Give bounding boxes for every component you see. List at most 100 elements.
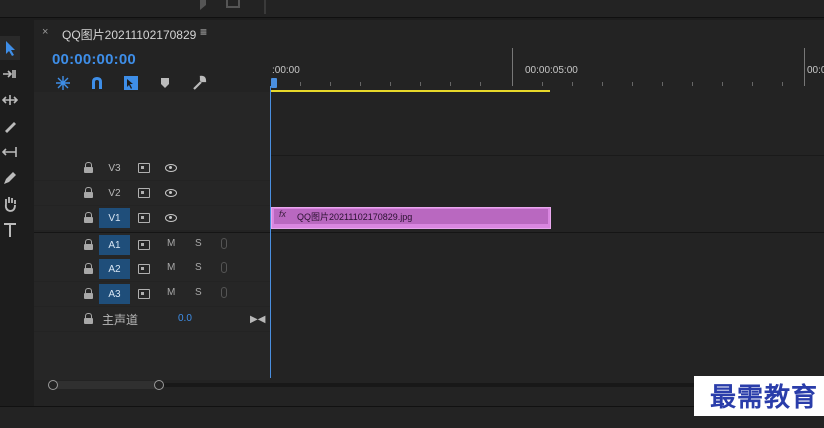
ripple-edit-icon bbox=[2, 95, 18, 105]
pen-tool[interactable] bbox=[0, 166, 20, 190]
eye-icon[interactable] bbox=[165, 214, 177, 222]
track-content[interactable] bbox=[270, 156, 824, 180]
playhead-timecode[interactable]: 00:00:00:00 bbox=[52, 51, 136, 68]
playhead-handle[interactable] bbox=[271, 78, 277, 88]
ruler-tick bbox=[480, 82, 481, 86]
play-icon[interactable] bbox=[200, 0, 214, 10]
scrollbar-left-handle[interactable] bbox=[48, 380, 58, 390]
scrollbar-right-handle[interactable] bbox=[154, 380, 164, 390]
export-icon[interactable] bbox=[226, 0, 240, 8]
microphone-icon[interactable] bbox=[221, 287, 227, 298]
selection-arrow-icon bbox=[6, 41, 15, 56]
mute-button[interactable]: M bbox=[167, 238, 175, 249]
selection-tool[interactable] bbox=[0, 36, 20, 60]
playhead-line[interactable] bbox=[270, 86, 271, 378]
track-header: V3 bbox=[34, 156, 270, 180]
sequence-title[interactable]: QQ图片20211102170829 bbox=[62, 26, 196, 43]
sync-lock-icon[interactable] bbox=[138, 264, 150, 274]
timeline-panel: × QQ图片20211102170829 ≡ 00:00:00:00 :00:0… bbox=[34, 20, 824, 406]
microphone-icon[interactable] bbox=[221, 238, 227, 249]
track-name[interactable]: A1 bbox=[99, 235, 130, 255]
sync-lock-icon[interactable] bbox=[138, 240, 150, 250]
ruler-major-tick bbox=[512, 48, 513, 86]
lock-icon[interactable] bbox=[84, 313, 93, 324]
track-header: 主声道 0.0 ▶◀ bbox=[34, 307, 270, 331]
ruler-tick bbox=[602, 82, 603, 86]
ruler-tick bbox=[782, 82, 783, 86]
lock-icon[interactable] bbox=[84, 288, 93, 299]
ruler-tick bbox=[722, 82, 723, 86]
ruler-tick bbox=[572, 82, 573, 86]
top-panel-strip bbox=[0, 0, 824, 18]
ripple-edit-tool[interactable] bbox=[0, 88, 20, 112]
add-marker-button[interactable] bbox=[156, 74, 174, 92]
scrollbar-thumb[interactable] bbox=[48, 381, 160, 389]
track-a1: A1 M S bbox=[34, 232, 824, 257]
type-tool[interactable] bbox=[0, 218, 20, 242]
track-name[interactable]: V1 bbox=[99, 208, 130, 228]
track-content[interactable] bbox=[270, 233, 824, 257]
snap-button[interactable] bbox=[88, 74, 106, 92]
linked-selection-button[interactable] bbox=[122, 74, 140, 92]
nest-toggle-button[interactable] bbox=[54, 74, 72, 92]
ruler-tick bbox=[300, 82, 301, 86]
track-content[interactable] bbox=[270, 307, 824, 331]
clip-name: QQ图片20211102170829.jpg bbox=[297, 212, 413, 222]
slip-tool[interactable] bbox=[0, 140, 20, 164]
sync-lock-icon[interactable] bbox=[138, 213, 150, 223]
sync-lock-icon[interactable] bbox=[138, 188, 150, 198]
eye-icon[interactable] bbox=[165, 189, 177, 197]
go-to-end-icon[interactable]: ▶◀ bbox=[250, 314, 265, 325]
timeline-settings-button[interactable] bbox=[190, 74, 208, 92]
master-volume-value[interactable]: 0.0 bbox=[178, 313, 192, 324]
mute-button[interactable]: M bbox=[167, 287, 175, 298]
lock-icon[interactable] bbox=[84, 239, 93, 250]
fx-badge: fx bbox=[279, 209, 287, 219]
track-select-tool[interactable] bbox=[0, 62, 20, 86]
solo-button[interactable]: S bbox=[195, 262, 202, 273]
lock-icon[interactable] bbox=[84, 212, 93, 223]
lock-icon[interactable] bbox=[84, 162, 93, 173]
track-content[interactable] bbox=[270, 181, 824, 205]
timeline-tab[interactable]: × QQ图片20211102170829 ≡ bbox=[34, 20, 824, 46]
track-header: V1 bbox=[34, 206, 270, 230]
tab-close-button[interactable]: × bbox=[42, 26, 52, 38]
lock-icon[interactable] bbox=[84, 187, 93, 198]
track-v2: V2 bbox=[34, 181, 824, 205]
track-content[interactable] bbox=[270, 257, 824, 281]
microphone-icon[interactable] bbox=[221, 262, 227, 273]
razor-tool[interactable] bbox=[0, 114, 20, 138]
linked-selection-icon bbox=[124, 76, 138, 90]
track-name[interactable]: V3 bbox=[99, 158, 130, 178]
track-v3: V3 bbox=[34, 156, 824, 180]
slip-icon bbox=[2, 147, 17, 157]
razor-icon bbox=[5, 122, 16, 133]
solo-button[interactable]: S bbox=[195, 238, 202, 249]
empty-track-space bbox=[34, 92, 824, 156]
mute-button[interactable]: M bbox=[167, 262, 175, 273]
magnet-icon bbox=[92, 77, 102, 89]
eye-icon[interactable] bbox=[165, 164, 177, 172]
track-header: A1 M S bbox=[34, 233, 270, 257]
master-track-name: 主声道 bbox=[102, 313, 139, 327]
lock-icon[interactable] bbox=[84, 263, 93, 274]
video-clip[interactable]: fx QQ图片20211102170829.jpg bbox=[271, 207, 551, 229]
track-header: V2 bbox=[34, 181, 270, 205]
track-content[interactable] bbox=[270, 282, 824, 306]
panel-menu-icon[interactable]: ≡ bbox=[200, 25, 207, 39]
track-name[interactable]: V2 bbox=[99, 183, 130, 203]
nest-icon bbox=[56, 76, 70, 90]
track-name[interactable]: A3 bbox=[99, 284, 130, 304]
hand-tool[interactable] bbox=[0, 192, 20, 216]
track-name[interactable]: A2 bbox=[99, 259, 130, 279]
sync-lock-icon[interactable] bbox=[138, 289, 150, 299]
ruler-tick bbox=[420, 82, 421, 86]
pen-icon bbox=[4, 172, 16, 184]
time-ruler[interactable]: :00:00 00:00:05:00 00:0 bbox=[270, 46, 824, 92]
solo-button[interactable]: S bbox=[195, 287, 202, 298]
sync-lock-icon[interactable] bbox=[138, 163, 150, 173]
ruler-tick bbox=[542, 82, 543, 86]
ruler-tick bbox=[662, 82, 663, 86]
marker-icon bbox=[161, 78, 169, 88]
divider bbox=[264, 0, 266, 14]
